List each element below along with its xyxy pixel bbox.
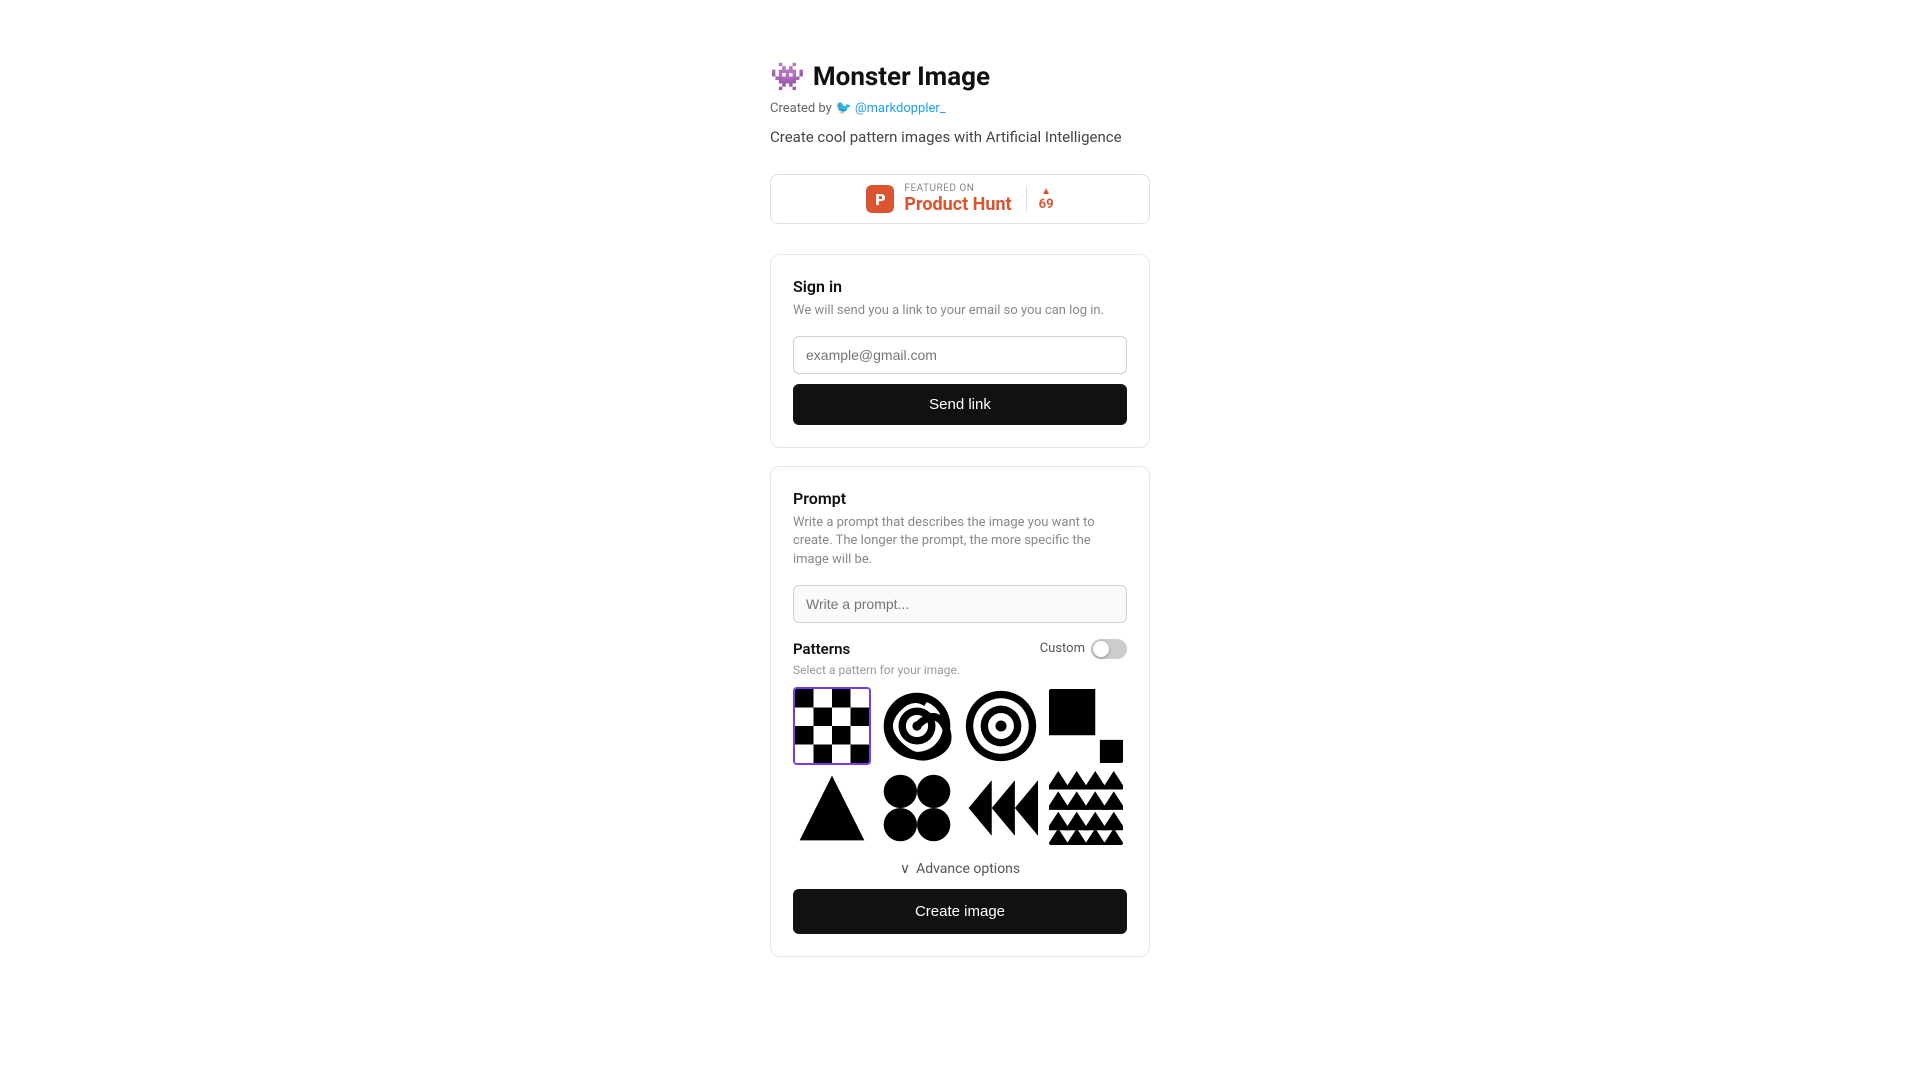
ph-logo: P [866,185,894,213]
send-link-button[interactable]: Send link [793,384,1127,425]
monster-icon: 👾 [770,60,805,93]
patterns-header: Patterns Custom [793,639,1127,659]
ph-text: FEATURED ON Product Hunt [904,183,1011,215]
creator-info: Created by 🐦 @markdoppler_ [770,101,946,116]
prompt-description: Write a prompt that describes the image … [793,514,1127,569]
ph-arrow-icon: ▲ [1041,186,1051,197]
custom-toggle-container: Custom [1040,639,1127,659]
tagline: Create cool pattern images with Artifici… [770,128,1122,146]
pattern-triangle[interactable] [793,769,871,847]
custom-label: Custom [1040,641,1085,656]
pattern-spiral[interactable] [878,687,956,765]
create-image-button[interactable]: Create image [793,889,1127,934]
prompt-input[interactable] [793,585,1127,623]
sign-in-description: We will send you a link to your email so… [793,302,1127,320]
twitter-handle: @markdoppler_ [855,101,946,116]
sign-in-title: Sign in [793,277,1127,296]
custom-toggle[interactable] [1091,639,1127,659]
patterns-grid [793,687,1127,847]
created-by-label: Created by [770,101,832,116]
advance-options[interactable]: ∨ Advance options [793,861,1127,877]
pattern-triangle-rows[interactable] [1047,769,1125,847]
email-input[interactable] [793,336,1127,374]
prompt-title: Prompt [793,489,1127,508]
advance-options-label: Advance options [916,861,1020,877]
product-hunt-badge[interactable]: P FEATURED ON Product Hunt ▲ 69 [770,174,1150,224]
twitter-link[interactable]: 🐦 @markdoppler_ [836,101,946,116]
pattern-concentric-circles[interactable] [962,687,1040,765]
twitter-bird-icon: 🐦 [836,101,852,116]
chevron-down-icon: ∨ [900,861,910,877]
pattern-checkerboard[interactable] [793,687,871,765]
app-title: Monster Image [813,62,990,92]
toggle-thumb [1093,641,1109,657]
patterns-title: Patterns [793,640,850,658]
ph-vote-count: 69 [1039,197,1054,212]
ph-votes: ▲ 69 [1026,186,1054,212]
ph-featured-label: FEATURED ON [904,183,1011,194]
pattern-corner-squares[interactable] [1047,687,1125,765]
prompt-card: Prompt Write a prompt that describes the… [770,466,1150,957]
main-container: 👾 Monster Image Created by 🐦 @markdopple… [770,60,1150,975]
ph-name: Product Hunt [904,194,1011,215]
pattern-arrows[interactable] [962,769,1040,847]
sign-in-card: Sign in We will send you a link to your … [770,254,1150,448]
pattern-four-circles[interactable] [878,769,956,847]
patterns-description: Select a pattern for your image. [793,663,1127,677]
app-header: 👾 Monster Image [770,60,990,93]
